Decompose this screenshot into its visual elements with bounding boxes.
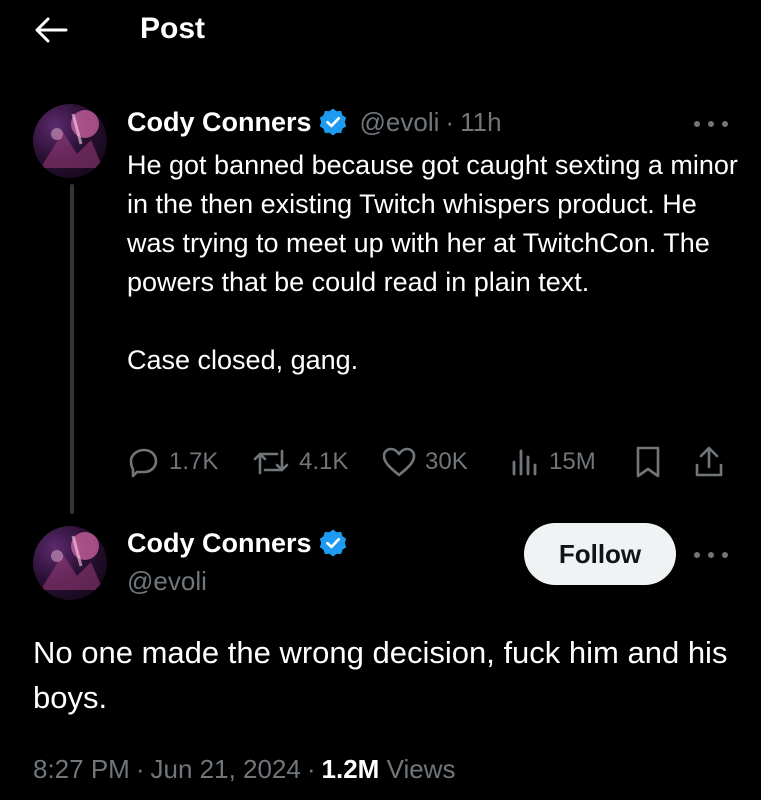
author-handle[interactable]: @evoli · 11h (360, 106, 502, 138)
more-options-icon[interactable] (694, 545, 728, 565)
bookmark-button[interactable] (633, 440, 663, 484)
avatar[interactable] (33, 526, 107, 600)
like-button[interactable]: 30K (381, 440, 468, 484)
dot (694, 552, 700, 558)
separator: · (306, 754, 316, 784)
analytics-icon (512, 449, 537, 476)
tweet-action-bar: 1.7K 4.1K 30K 15M (127, 440, 727, 484)
post-time: 11h (460, 107, 502, 137)
main-tweet-text: No one made the wrong decision, fuck him… (33, 635, 728, 715)
post-date[interactable]: Jun 21, 2024 (151, 754, 301, 784)
main-tweet-header: Cody Conners (127, 527, 348, 559)
separator: · (135, 754, 145, 784)
repost-icon (253, 449, 289, 475)
dot (708, 552, 714, 558)
share-button[interactable] (693, 440, 725, 484)
views-count[interactable]: 1.2M (322, 754, 380, 784)
repost-count: 4.1K (299, 448, 349, 475)
back-button[interactable] (30, 10, 72, 50)
handle-text: @evoli (359, 107, 440, 137)
view-count: 15M (549, 448, 596, 475)
dot (722, 121, 728, 127)
author-name[interactable]: Cody Conners (127, 106, 312, 138)
dot (722, 552, 728, 558)
page-title: Post (140, 12, 206, 45)
arrow-left-icon (35, 17, 68, 43)
heart-icon (382, 447, 416, 477)
verified-badge-icon (319, 108, 346, 136)
repost-button[interactable]: 4.1K (251, 440, 348, 484)
author-handle[interactable]: @evoli (127, 566, 207, 597)
like-count: 30K (425, 448, 468, 475)
author-name[interactable]: Cody Conners (127, 527, 312, 559)
dot (708, 121, 714, 127)
reply-button[interactable]: 1.7K (127, 440, 218, 484)
reply-count: 1.7K (169, 448, 219, 475)
thread-connector-line (70, 184, 74, 514)
separator: · (445, 107, 455, 137)
avatar[interactable] (33, 104, 107, 178)
bookmark-icon (636, 446, 660, 478)
post-time[interactable]: 8:27 PM (33, 754, 130, 784)
views-label: Views (386, 754, 456, 784)
views-button[interactable]: 15M (509, 440, 596, 484)
share-icon (695, 446, 723, 477)
more-options-icon[interactable] (694, 114, 728, 134)
avatar-image (43, 532, 103, 590)
top-bar: Post (0, 0, 761, 60)
follow-button[interactable]: Follow (524, 523, 676, 585)
dot (694, 121, 700, 127)
verified-badge-icon (319, 529, 346, 557)
parent-tweet-text: He got banned because got caught sexting… (127, 150, 738, 375)
avatar-image (43, 110, 103, 168)
post-metadata: 8:27 PM · Jun 21, 2024 · 1.2M Views (33, 754, 455, 785)
reply-icon (129, 448, 158, 478)
parent-tweet-header: Cody Conners @evoli · 11h (127, 106, 502, 138)
